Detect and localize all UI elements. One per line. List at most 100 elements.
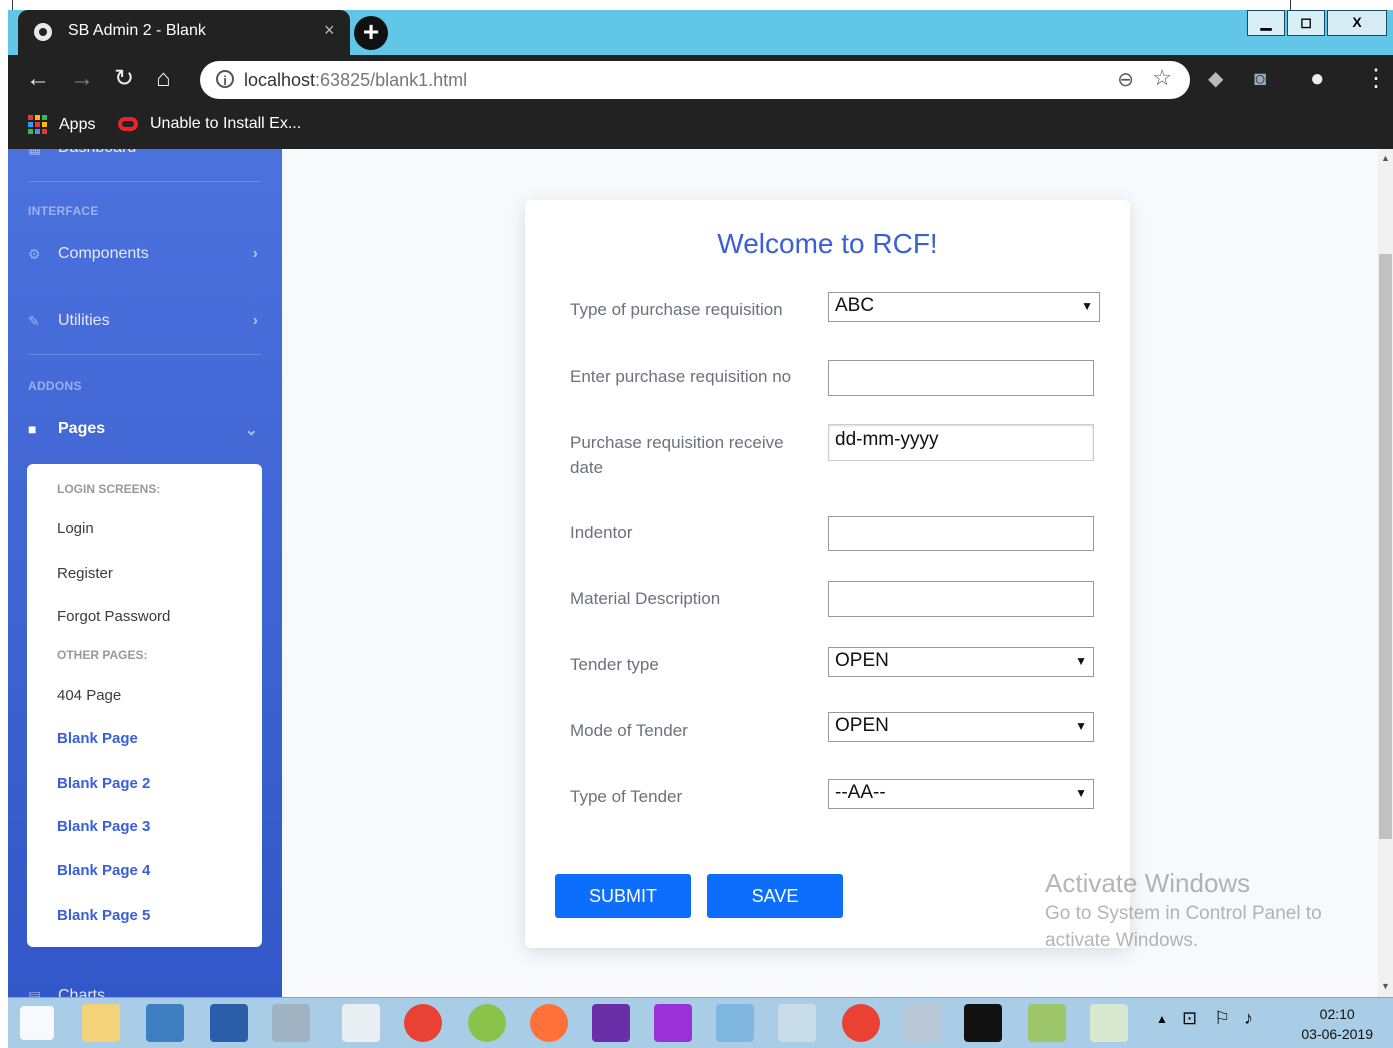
submenu-item-forgot-password[interactable]: Forgot Password	[57, 608, 170, 625]
notepad-plus-icon[interactable]	[1028, 1004, 1066, 1042]
sidebar: ▦ Dashboard INTERFACE ⚙ Components › ✎ U…	[8, 149, 282, 997]
chrome-icon[interactable]	[404, 1004, 442, 1042]
tray-clock[interactable]: 02:10 03-06-2019	[1301, 1004, 1373, 1044]
submenu-item-blank-page-5[interactable]: Blank Page 5	[57, 907, 150, 924]
powershell-icon[interactable]	[210, 1004, 248, 1042]
remote-desktop-icon[interactable]	[342, 1004, 380, 1042]
form-card: Welcome to RCF! Type of purchase requisi…	[525, 200, 1130, 948]
volume-icon[interactable]: ♪	[1244, 1008, 1253, 1029]
submenu-item-blank-page[interactable]: Blank Page	[57, 730, 138, 747]
submenu-item-404[interactable]: 404 Page	[57, 687, 121, 704]
indentor-input[interactable]	[828, 516, 1094, 551]
url-host: localhost	[244, 70, 316, 90]
home-icon[interactable]: ⌂	[156, 67, 171, 91]
sidebar-item-utilities[interactable]: ✎ Utilities	[28, 312, 110, 330]
material-description-input[interactable]	[828, 581, 1094, 617]
account-icon[interactable]: ●	[1310, 67, 1325, 91]
browser-title-bar: SB Admin 2 - Blank × + ▁ ◻ X	[8, 10, 1393, 55]
url-path: :63825/blank1.html	[315, 70, 468, 90]
sidebar-divider	[28, 181, 261, 182]
extension-icon[interactable]: ◆	[1208, 67, 1223, 91]
submenu-item-blank-page-3[interactable]: Blank Page 3	[57, 818, 150, 835]
chevron-down-icon: ⌄	[244, 422, 258, 439]
frame-line-left	[12, 0, 13, 10]
toad-icon[interactable]	[468, 1004, 506, 1042]
pr-no-input[interactable]	[828, 360, 1094, 396]
activate-windows-line2: Go to System in Control Panel to	[1045, 903, 1322, 924]
menu-kebab-icon[interactable]: ⋮	[1364, 67, 1388, 91]
settings-icon[interactable]	[904, 1004, 942, 1042]
network-tray-icon[interactable]: ⊡	[1182, 1008, 1197, 1029]
browser-toolbar: ← → ↻ ⌂ i localhost:63825/blank1.html ⊖ …	[8, 55, 1393, 105]
reload-icon[interactable]: ↻	[114, 67, 134, 91]
info-icon[interactable]: i	[216, 70, 234, 88]
bookmark-oracle[interactable]: Unable to Install Ex...	[118, 115, 301, 133]
submenu-item-blank-page-2[interactable]: Blank Page 2	[57, 775, 150, 792]
bookmark-apps[interactable]: Apps	[28, 115, 95, 134]
search-app-icon[interactable]	[654, 1004, 692, 1042]
type-of-pr-select[interactable]: ABC	[828, 292, 1100, 322]
globe-icon	[34, 23, 52, 41]
bookmark-apps-label: Apps	[59, 115, 96, 133]
submit-button[interactable]: SUBMIT	[555, 874, 691, 918]
sidebar-item-charts[interactable]: ▤ Charts	[28, 987, 105, 997]
bookmark-star-icon[interactable]: ☆	[1152, 65, 1172, 91]
sidebar-item-label: Charts	[58, 987, 106, 997]
tray-date: 03-06-2019	[1301, 1026, 1373, 1042]
submenu-item-blank-page-4[interactable]: Blank Page 4	[57, 862, 150, 879]
sidebar-item-components[interactable]: ⚙ Components	[28, 245, 149, 263]
back-arrow-icon[interactable]: ←	[26, 67, 50, 91]
maximize-button[interactable]: ◻	[1287, 10, 1325, 36]
bookmark-oracle-label: Unable to Install Ex...	[150, 115, 302, 132]
scroll-down-arrow[interactable]: ▼	[1381, 981, 1390, 991]
sidebar-heading-interface: INTERFACE	[28, 204, 99, 218]
wrench-icon: ✎	[28, 312, 40, 329]
visual-studio-icon[interactable]	[592, 1004, 630, 1042]
close-window-button[interactable]: X	[1327, 10, 1387, 36]
zoom-icon[interactable]: ⊖	[1117, 67, 1134, 92]
scrollbar-thumb[interactable]	[1379, 254, 1392, 839]
page-scrollbar[interactable]: ▲ ▼	[1378, 149, 1393, 997]
activate-windows-line3: activate Windows.	[1045, 930, 1199, 951]
mode-of-tender-select[interactable]: OPEN	[828, 712, 1094, 742]
paint-icon[interactable]	[778, 1004, 816, 1042]
server-manager-icon[interactable]	[146, 1004, 184, 1042]
type-of-tender-select[interactable]: --AA--	[828, 779, 1094, 809]
command-prompt-icon[interactable]	[964, 1004, 1002, 1042]
address-bar[interactable]: i localhost:63825/blank1.html ⊖ ☆	[200, 61, 1190, 99]
extension-2-icon[interactable]: ◙	[1254, 67, 1266, 91]
chevron-right-icon: ›	[252, 312, 258, 329]
tray-time: 02:10	[1319, 1006, 1355, 1022]
url-text: localhost:63825/blank1.html	[244, 70, 467, 91]
mode-of-tender-value: OPEN	[835, 715, 889, 736]
tray-expand-icon[interactable]: ▲	[1156, 1012, 1168, 1026]
cog-icon: ⚙	[28, 245, 41, 262]
sidebar-item-label: Components	[58, 245, 149, 262]
tachometer-icon: ▦	[28, 149, 44, 157]
file-explorer-icon[interactable]	[82, 1004, 120, 1042]
chrome-2-icon[interactable]	[842, 1004, 880, 1042]
sidebar-item-label: Dashboard	[58, 149, 136, 157]
start-button-icon[interactable]	[20, 1006, 54, 1040]
pr-date-input[interactable]: dd-mm-yyyy	[828, 424, 1094, 461]
tender-type-value: OPEN	[835, 650, 889, 671]
submenu-item-login[interactable]: Login	[57, 520, 94, 537]
sidebar-item-pages[interactable]: ■ Pages	[28, 420, 105, 438]
new-tab-button[interactable]: +	[354, 16, 388, 50]
tab-close-icon[interactable]: ×	[324, 20, 335, 41]
flag-icon[interactable]: ⚐	[1214, 1008, 1230, 1029]
minimize-button[interactable]: ▁	[1247, 10, 1285, 36]
forward-arrow-icon[interactable]: →	[70, 67, 94, 91]
submenu-item-register[interactable]: Register	[57, 565, 113, 582]
notepad-icon[interactable]	[716, 1004, 754, 1042]
media-player-icon[interactable]	[1090, 1004, 1128, 1042]
scroll-up-arrow[interactable]: ▲	[1381, 153, 1390, 163]
sidebar-item-dashboard[interactable]: ▦ Dashboard	[28, 149, 136, 157]
firefox-icon[interactable]	[530, 1004, 568, 1042]
tender-type-select[interactable]: OPEN	[828, 647, 1094, 677]
tab-title: SB Admin 2 - Blank	[68, 22, 206, 39]
save-button[interactable]: SAVE	[707, 874, 843, 918]
browser-tab[interactable]: SB Admin 2 - Blank ×	[18, 10, 350, 55]
material-description-label: Material Description	[570, 589, 721, 608]
network-icon[interactable]	[272, 1004, 310, 1042]
